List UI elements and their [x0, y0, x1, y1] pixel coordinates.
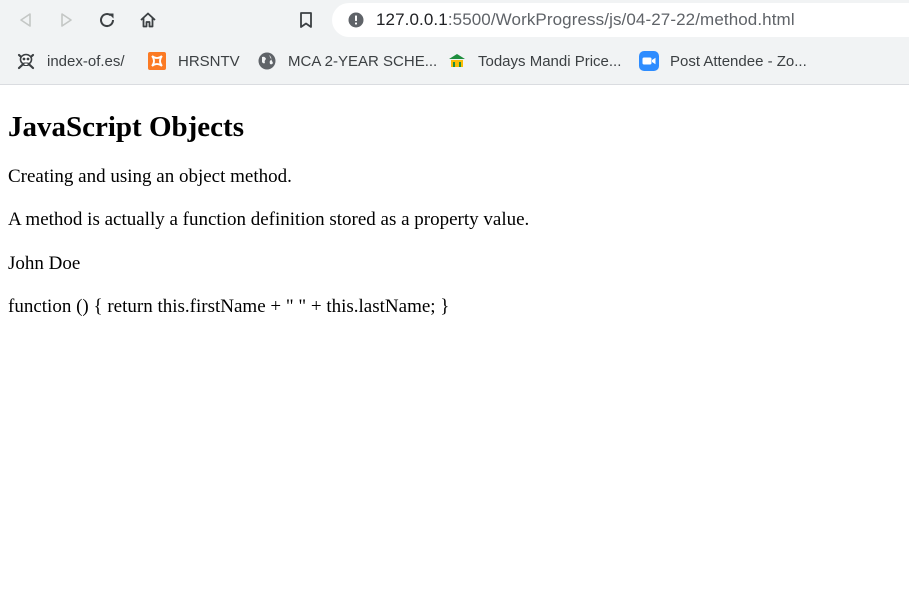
bookmark-star-button[interactable]: [292, 6, 320, 34]
bookmark-icon: [300, 12, 312, 28]
bookmark-index-of-es[interactable]: index-of.es/: [16, 50, 125, 72]
bookmark-mca-schedule[interactable]: MCA 2-YEAR SCHE...: [257, 50, 437, 72]
bookmark-post-attendee-zoom[interactable]: Post Attendee - Zo...: [639, 50, 807, 72]
page-content: JavaScript Objects Creating and using an…: [8, 85, 901, 318]
url-host: 127.0.0.1: [376, 10, 448, 29]
reload-button[interactable]: [93, 6, 121, 34]
demo-output-name: John Doe: [8, 253, 81, 274]
bookmark-mandi-price[interactable]: Todays Mandi Price...: [447, 50, 621, 72]
back-button[interactable]: [12, 6, 40, 34]
globe-icon: [258, 52, 276, 70]
intro-paragraph: Creating and using an object method.: [8, 166, 292, 187]
reload-icon: [100, 13, 115, 28]
bookmark-label: Todays Mandi Price...: [478, 52, 622, 70]
bookmark-label: HRSNTV: [178, 52, 240, 70]
page-title: JavaScript Objects: [8, 111, 244, 143]
xampp-icon: [148, 52, 166, 70]
home-icon: [140, 12, 156, 28]
zoom-video-icon: [639, 51, 659, 71]
browser-toolbar: 127.0.0.1:5500/WorkProgress/js/04-27-22/…: [0, 0, 909, 40]
forward-arrow-icon: [61, 13, 72, 27]
bookmarks-bar: index-of.es/ HRSNTV MCA 2-YEAR SCHE... T…: [0, 44, 909, 78]
bookmark-label: Post Attendee - Zo...: [670, 52, 807, 70]
bookmark-hrsntv[interactable]: HRSNTV: [147, 50, 240, 72]
address-bar[interactable]: 127.0.0.1:5500/WorkProgress/js/04-27-22/…: [332, 3, 909, 37]
url-text[interactable]: 127.0.0.1:5500/WorkProgress/js/04-27-22/…: [376, 10, 795, 30]
method-description-paragraph: A method is actually a function definiti…: [8, 209, 530, 230]
info-icon[interactable]: [348, 12, 364, 28]
forward-button[interactable]: [52, 6, 80, 34]
home-button[interactable]: [134, 6, 162, 34]
mandi-icon: [449, 54, 465, 67]
bookmark-label: MCA 2-YEAR SCHE...: [288, 52, 438, 70]
skull-icon: [17, 53, 35, 70]
browser-chrome: 127.0.0.1:5500/WorkProgress/js/04-27-22/…: [0, 0, 909, 85]
back-arrow-icon: [20, 13, 31, 27]
bookmark-label: index-of.es/: [47, 52, 125, 70]
url-path: :5500/WorkProgress/js/04-27-22/method.ht…: [447, 10, 795, 29]
demo-output-function: function () { return this.firstName + " …: [8, 296, 450, 317]
